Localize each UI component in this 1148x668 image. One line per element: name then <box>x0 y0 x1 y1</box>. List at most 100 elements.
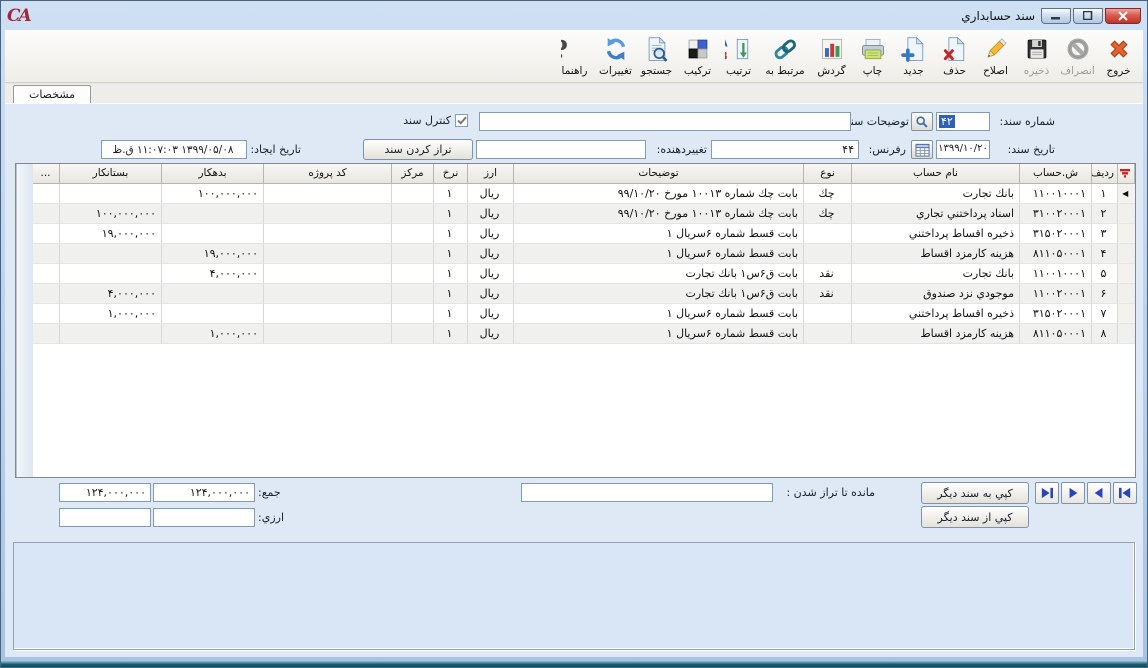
row-selector[interactable] <box>1118 283 1135 303</box>
doc-number-input[interactable]: ۴۲ <box>936 112 990 131</box>
cell-credit[interactable] <box>60 323 162 343</box>
balance-remaining-input[interactable] <box>521 483 773 502</box>
cell-description[interactable]: بابت قسط شماره ۶سريال ۱ <box>514 243 804 263</box>
cell-debit[interactable] <box>162 283 264 303</box>
grid-vertical-scrollbar[interactable] <box>16 164 33 477</box>
control-doc-checkbox[interactable]: كنترل سند <box>403 114 468 127</box>
cell-center[interactable] <box>392 243 434 263</box>
order-button[interactable]: AB ترتيب <box>718 33 759 77</box>
row-selector[interactable] <box>1118 203 1135 223</box>
cell-row[interactable]: ۱ <box>1092 183 1118 203</box>
cell-account-name[interactable]: ذخيره اقساط پرداختني <box>852 223 1020 243</box>
balance-document-button[interactable]: تراز كردن سند <box>363 139 473 160</box>
table-row[interactable]: ۶ ۱۱۰۰۲۰۰۰۱ موجودي نزد صندوق نقد بابت ق۶… <box>33 283 1135 303</box>
cell-center[interactable] <box>392 203 434 223</box>
cell-center[interactable] <box>392 303 434 323</box>
cell-credit[interactable]: ۴,۰۰۰,۰۰۰ <box>60 283 162 303</box>
calendar-button[interactable] <box>911 140 933 159</box>
cell-project-code[interactable] <box>264 263 392 283</box>
cell-credit[interactable] <box>60 263 162 283</box>
cell-account-no[interactable]: ۱۱۰۰۲۰۰۰۱ <box>1020 283 1092 303</box>
table-row[interactable]: ۲ ۳۱۰۰۲۰۰۰۱ اسناد پرداختني تجاري چك بابت… <box>33 203 1135 223</box>
row-selector[interactable] <box>1118 263 1135 283</box>
cell-rate[interactable]: ۱ <box>434 243 468 263</box>
cell-account-no[interactable]: ۳۱۵۰۲۰۰۰۱ <box>1020 303 1092 323</box>
reference-input[interactable]: ۴۴ <box>711 140 859 159</box>
cell-debit[interactable] <box>162 223 264 243</box>
cell-type[interactable]: چك <box>804 183 852 203</box>
related-to-button[interactable]: مرتبط به <box>759 33 811 77</box>
cell-more[interactable] <box>33 323 60 343</box>
cell-description[interactable]: بابت قسط شماره ۶سريال ۱ <box>514 223 804 243</box>
nav-first-icon[interactable] <box>1113 482 1137 504</box>
modifier-input[interactable] <box>476 140 646 159</box>
col-description[interactable]: توضيحات <box>514 164 804 183</box>
cell-debit[interactable]: ۴,۰۰۰,۰۰۰ <box>162 263 264 283</box>
doc-desc-input[interactable] <box>479 112 851 131</box>
table-row[interactable]: ۸ ۸۱۱۰۵۰۰۰۱ هزينه كارمزد اقساط بابت قسط … <box>33 323 1135 343</box>
close-button[interactable] <box>1105 8 1141 24</box>
cell-debit[interactable]: ۱۰۰,۰۰۰,۰۰۰ <box>162 183 264 203</box>
cell-debit[interactable] <box>162 203 264 223</box>
cell-project-code[interactable] <box>264 323 392 343</box>
col-account-name[interactable]: نام حساب <box>852 164 1020 183</box>
nav-next-icon[interactable] <box>1061 482 1085 504</box>
exit-button[interactable]: خروج <box>1098 33 1139 77</box>
row-selector[interactable]: ◀ <box>1118 183 1135 203</box>
changes-button[interactable]: تغييرات <box>595 33 636 77</box>
turnover-button[interactable]: گردش <box>811 33 852 77</box>
copy-to-document-button[interactable]: كپي به سند ديگر <box>921 482 1029 504</box>
cell-type[interactable] <box>804 223 852 243</box>
cell-description[interactable]: بابت ق۶س۱ بانك تجارت <box>514 283 804 303</box>
maximize-button[interactable] <box>1073 8 1103 24</box>
copy-from-document-button[interactable]: كپي از سند ديگر <box>921 506 1029 528</box>
cell-account-no[interactable]: ۱۱۰۰۱۰۰۰۱ <box>1020 263 1092 283</box>
minimize-button[interactable] <box>1041 8 1071 24</box>
col-debit[interactable]: بدهكار <box>162 164 264 183</box>
table-row[interactable]: ◀ ۱ ۱۱۰۰۱۰۰۰۱ بانك تجارت چك بابت چك شمار… <box>33 183 1135 203</box>
cell-type[interactable]: چك <box>804 203 852 223</box>
delete-button[interactable]: حذف <box>934 33 975 77</box>
cell-project-code[interactable] <box>264 203 392 223</box>
search-button[interactable]: جستجو <box>636 33 677 77</box>
cell-type[interactable] <box>804 323 852 343</box>
cancel-button[interactable]: انصراف <box>1057 33 1098 77</box>
cell-account-name[interactable]: موجودي نزد صندوق <box>852 283 1020 303</box>
col-currency[interactable]: ارز <box>468 164 514 183</box>
cell-rate[interactable]: ۱ <box>434 323 468 343</box>
row-selector[interactable] <box>1118 243 1135 263</box>
cell-project-code[interactable] <box>264 183 392 203</box>
cell-more[interactable] <box>33 203 60 223</box>
col-credit[interactable]: بستانكار <box>60 164 162 183</box>
cell-row[interactable]: ۵ <box>1092 263 1118 283</box>
cell-center[interactable] <box>392 223 434 243</box>
cell-account-name[interactable]: ذخيره اقساط پرداختني <box>852 303 1020 323</box>
cell-currency[interactable]: ريال <box>468 203 514 223</box>
table-row[interactable]: ۴ ۸۱۱۰۵۰۰۰۱ هزينه كارمزد اقساط بابت قسط … <box>33 243 1135 263</box>
cell-more[interactable] <box>33 283 60 303</box>
grid-header-row[interactable]: رديف ش.حساب نام حساب نوع توضيحات ارز نرخ… <box>33 164 1135 183</box>
cell-more[interactable] <box>33 223 60 243</box>
cell-debit[interactable]: ۱۹,۰۰۰,۰۰۰ <box>162 243 264 263</box>
col-row[interactable]: رديف <box>1092 164 1118 183</box>
cell-credit[interactable]: ۱,۰۰۰,۰۰۰ <box>60 303 162 323</box>
cell-account-name[interactable]: بانك تجارت <box>852 183 1020 203</box>
edit-button[interactable]: اصلاح <box>975 33 1016 77</box>
cell-type[interactable] <box>804 243 852 263</box>
cell-row[interactable]: ۷ <box>1092 303 1118 323</box>
cell-credit[interactable] <box>60 243 162 263</box>
cell-currency[interactable]: ريال <box>468 323 514 343</box>
cell-account-name[interactable]: بانك تجارت <box>852 263 1020 283</box>
cell-more[interactable] <box>33 183 60 203</box>
cell-center[interactable] <box>392 283 434 303</box>
cell-center[interactable] <box>392 183 434 203</box>
cell-account-no[interactable]: ۸۱۱۰۵۰۰۰۱ <box>1020 243 1092 263</box>
cell-rate[interactable]: ۱ <box>434 223 468 243</box>
row-selector[interactable] <box>1118 323 1135 343</box>
row-selector[interactable] <box>1118 303 1135 323</box>
print-button[interactable]: چاپ <box>852 33 893 77</box>
cell-row[interactable]: ۶ <box>1092 283 1118 303</box>
cell-credit[interactable] <box>60 183 162 203</box>
cell-currency[interactable]: ريال <box>468 303 514 323</box>
cell-center[interactable] <box>392 323 434 343</box>
